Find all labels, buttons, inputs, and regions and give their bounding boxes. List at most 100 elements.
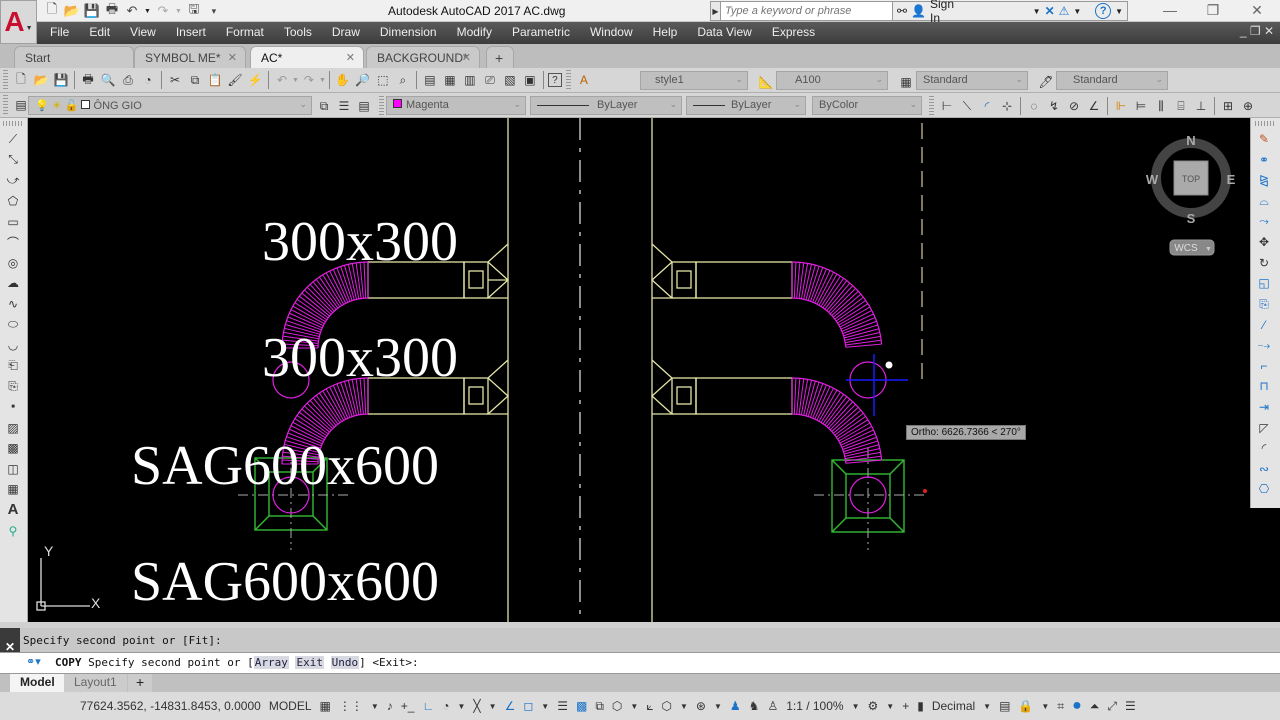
binoculars-icon[interactable]: ⚯ bbox=[897, 4, 907, 18]
plot-preview-icon[interactable]: 🔍 bbox=[99, 71, 117, 89]
menu-view[interactable]: View bbox=[120, 25, 166, 39]
tool-palettes-icon[interactable]: ▥ bbox=[461, 71, 479, 89]
menu-format[interactable]: Format bbox=[216, 25, 274, 39]
hardware-acceleration-icon[interactable]: ● bbox=[1072, 697, 1082, 715]
ellipse-icon[interactable]: ⬭ bbox=[1, 314, 25, 335]
offset-icon[interactable]: ⌓ bbox=[1252, 191, 1276, 212]
zoom-realtime-icon[interactable]: 🔎 bbox=[354, 71, 372, 89]
ordinate-dim-icon[interactable]: ⊹ bbox=[998, 97, 1016, 115]
polygon-icon[interactable]: ⬠ bbox=[1, 191, 25, 212]
linear-dim-icon[interactable]: ⊢ bbox=[938, 97, 956, 115]
exchange-apps-icon[interactable]: ✕ bbox=[1045, 4, 1055, 18]
object-snap-tracking-icon[interactable]: ∠ bbox=[505, 699, 516, 713]
option-undo[interactable]: Undo bbox=[330, 656, 360, 669]
layer-thaw-icon[interactable]: ☀ bbox=[52, 100, 62, 112]
workspace-gear-icon[interactable]: ⚙ bbox=[868, 699, 879, 713]
break-at-point-icon[interactable]: ⌐ bbox=[1252, 356, 1276, 377]
arc-length-icon[interactable]: ◜ bbox=[978, 97, 996, 115]
ortho-mode-icon[interactable]: ∟ bbox=[422, 699, 434, 713]
erase-icon[interactable]: ✎ bbox=[1252, 129, 1276, 150]
add-selected-icon[interactable]: ⚲ bbox=[1, 520, 25, 541]
tolerance-icon[interactable]: ⊞ bbox=[1219, 97, 1237, 115]
move-icon[interactable]: ✥ bbox=[1252, 232, 1276, 253]
cut-icon[interactable]: ✂ bbox=[166, 71, 184, 89]
line-icon[interactable]: ⟋ bbox=[1, 129, 25, 150]
blend-curves-icon[interactable]: ∾ bbox=[1252, 459, 1276, 480]
3d-dwf-icon[interactable]: ◔ bbox=[139, 71, 157, 89]
dim-break-icon[interactable]: ⊥ bbox=[1192, 97, 1210, 115]
menu-window[interactable]: Window bbox=[580, 25, 643, 39]
annotation-monitor-icon[interactable]: + bbox=[902, 699, 909, 713]
annotation-scale-icon[interactable]: ♙ bbox=[767, 699, 778, 713]
break-icon[interactable]: ⊓ bbox=[1252, 376, 1276, 397]
point-icon[interactable]: ■ bbox=[1, 397, 25, 418]
expand-search-icon[interactable]: ▶ bbox=[710, 1, 720, 21]
tab-ac[interactable]: AC* ✕ bbox=[250, 46, 364, 68]
dynamic-ucs-icon[interactable]: ⟀ bbox=[646, 699, 653, 714]
dim-space-icon[interactable]: ⌸ bbox=[1172, 97, 1190, 115]
properties-icon[interactable]: ▤ bbox=[421, 71, 439, 89]
dim-style-icon[interactable]: 📐 bbox=[757, 73, 775, 91]
hatch-icon[interactable]: ▨ bbox=[1, 417, 25, 438]
rectangle-icon[interactable]: ▭ bbox=[1, 211, 25, 232]
quick-dim-icon[interactable]: ⊩ bbox=[1112, 97, 1130, 115]
quickcalc-icon[interactable]: ▣ bbox=[521, 71, 539, 89]
gizmo-icon[interactable]: ⊛ bbox=[696, 699, 706, 713]
menu-edit[interactable]: Edit bbox=[79, 25, 120, 39]
model-space-button[interactable]: MODEL bbox=[269, 699, 312, 713]
close-button[interactable]: ✕ bbox=[1242, 2, 1272, 19]
pan-icon[interactable]: ✋ bbox=[334, 71, 352, 89]
grid-icon[interactable]: ▦ bbox=[320, 699, 331, 713]
multileader-style-icon[interactable]: 🖊 bbox=[1037, 73, 1055, 91]
continue-dim-icon[interactable]: ⫼ bbox=[1152, 97, 1170, 115]
annotation-scale-select[interactable]: 1:1 / 100% bbox=[786, 699, 843, 713]
copy-icon[interactable]: ⧉ bbox=[186, 71, 204, 89]
design-center-icon[interactable]: ▦ bbox=[441, 71, 459, 89]
open-icon[interactable]: 📂 bbox=[64, 3, 80, 19]
isometric-drafting-icon[interactable]: ╳ bbox=[473, 699, 480, 713]
revision-cloud-icon[interactable]: ☁ bbox=[1, 273, 25, 294]
document-window-controls[interactable]: _ ❐ ✕ bbox=[1240, 24, 1274, 38]
clean-screen-icon[interactable]: ⤢ bbox=[1107, 699, 1117, 714]
polyline-icon[interactable]: ⤻ bbox=[1, 170, 25, 191]
construction-line-icon[interactable]: ⤡ bbox=[1, 150, 25, 171]
undo-icon[interactable]: ↶ bbox=[124, 3, 140, 19]
multiline-text-icon[interactable]: A bbox=[1, 500, 25, 521]
menu-modify[interactable]: Modify bbox=[447, 25, 502, 39]
dim-style-select[interactable]: A100 ⌄ bbox=[776, 71, 888, 90]
open-icon[interactable]: 📂 bbox=[32, 71, 50, 89]
option-array[interactable]: Array bbox=[253, 656, 289, 669]
selection-filter-icon[interactable]: ⬡ bbox=[662, 699, 672, 713]
layer-select[interactable]: 💡 ☀ 🔓 ÔNG GIO ⌄ bbox=[28, 96, 312, 115]
minimize-button[interactable]: — bbox=[1155, 2, 1185, 18]
radius-dim-icon[interactable]: ◌ bbox=[1025, 97, 1043, 115]
save-icon[interactable]: 💾 bbox=[52, 71, 70, 89]
linetype-select[interactable]: ByLayer ⌄ bbox=[530, 96, 682, 115]
table-style-select[interactable]: Standard ⌄ bbox=[916, 71, 1028, 90]
sheet-set-icon[interactable]: ⎚ bbox=[481, 71, 499, 89]
help-icon[interactable]: ? bbox=[547, 73, 562, 87]
rotate-icon[interactable]: ↻ bbox=[1252, 253, 1276, 274]
dynamic-input-icon[interactable]: +_ bbox=[401, 699, 415, 713]
selection-cycling-icon[interactable]: ⧉ bbox=[595, 699, 604, 714]
paste-icon[interactable]: 📋 bbox=[206, 71, 224, 89]
markup-set-icon[interactable]: ▧ bbox=[501, 71, 519, 89]
graphics-performance-icon[interactable]: ⏶ bbox=[1090, 699, 1100, 714]
restore-button[interactable]: ❐ bbox=[1198, 2, 1228, 19]
angular-dim-icon[interactable]: ∠ bbox=[1085, 97, 1103, 115]
copy-object-icon[interactable]: ⚭ bbox=[1252, 150, 1276, 171]
circle-icon[interactable]: ◎ bbox=[1, 253, 25, 274]
menu-data-view[interactable]: Data View bbox=[687, 25, 761, 39]
insert-block-icon[interactable]: ⎗ bbox=[1, 356, 25, 377]
close-tab-icon[interactable]: ✕ bbox=[228, 51, 237, 64]
diameter-dim-icon[interactable]: ⊘ bbox=[1065, 97, 1083, 115]
trim-icon[interactable]: ⁄ bbox=[1252, 314, 1276, 335]
table-icon[interactable]: ▦ bbox=[1, 479, 25, 500]
lineweight-icon[interactable]: ☰ bbox=[557, 699, 568, 713]
new-icon[interactable]: 🗋 bbox=[44, 1, 60, 19]
redo-icon[interactable]: ↷ bbox=[300, 71, 318, 89]
customization-menu-icon[interactable]: ☰ bbox=[1125, 699, 1136, 713]
scale-icon[interactable]: ◱ bbox=[1252, 273, 1276, 294]
fillet-icon[interactable]: ◜ bbox=[1252, 438, 1276, 459]
layer-state-icon[interactable]: ▤ bbox=[355, 97, 373, 115]
